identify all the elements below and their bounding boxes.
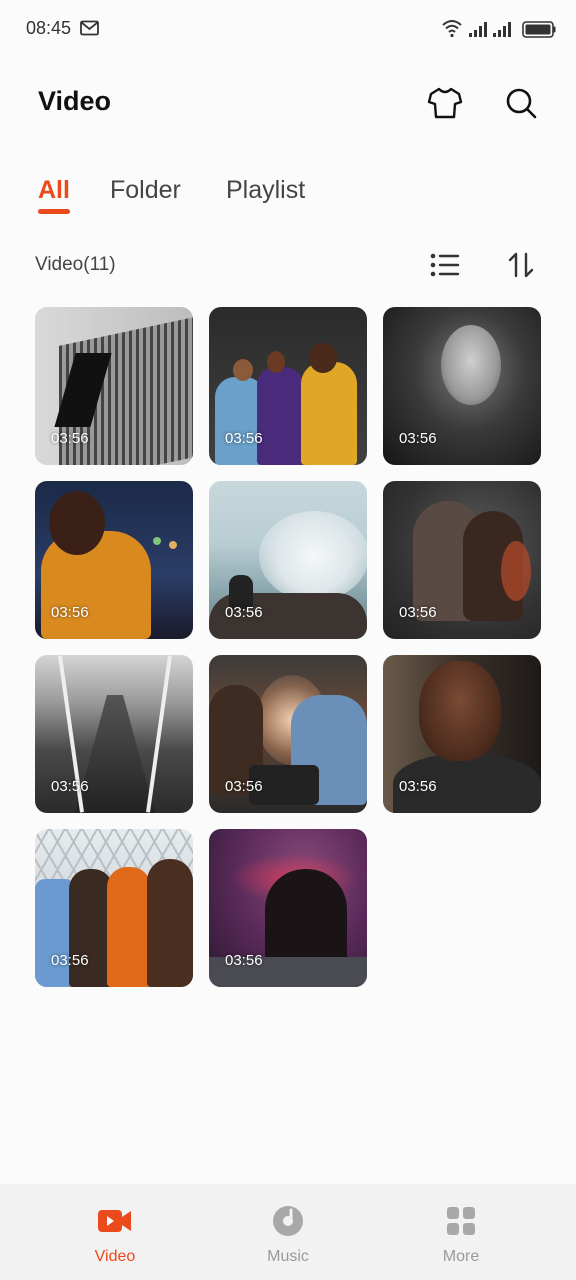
mail-icon (80, 20, 99, 36)
video-thumbnail[interactable]: 03:56 (35, 829, 193, 987)
search-icon (506, 88, 537, 119)
video-thumbnail[interactable]: 03:56 (209, 655, 367, 813)
video-duration: 03:56 (51, 952, 89, 969)
video-duration: 03:56 (225, 604, 263, 621)
video-thumbnail[interactable]: 03:56 (383, 307, 541, 465)
nav-item-video[interactable]: Video (19, 1184, 211, 1280)
nav-item-music[interactable]: Music (192, 1184, 384, 1280)
video-thumbnail[interactable]: 03:56 (209, 481, 367, 639)
tab-playlist[interactable]: Playlist (226, 176, 305, 205)
wifi-icon (442, 20, 462, 38)
video-thumbnail[interactable]: 03:56 (35, 655, 193, 813)
grid-icon (444, 1204, 478, 1238)
active-tab-indicator (38, 209, 70, 214)
video-thumbnail[interactable]: 03:56 (383, 655, 541, 813)
nav-label: Music (267, 1248, 309, 1265)
video-thumbnail[interactable]: 03:56 (383, 481, 541, 639)
list-view-icon (430, 253, 460, 277)
theme-button[interactable] (426, 84, 464, 122)
tshirt-icon (427, 87, 463, 119)
battery-icon (522, 21, 556, 38)
video-thumbnail[interactable]: 03:56 (209, 829, 367, 987)
list-view-button[interactable] (428, 248, 462, 282)
video-grid: 03:56 03:56 03:56 03:56 03:56 03:56 03:5… (35, 307, 541, 987)
video-duration: 03:56 (399, 604, 437, 621)
sort-icon (508, 252, 534, 278)
tab-folder[interactable]: Folder (110, 176, 181, 205)
video-camera-icon (98, 1204, 132, 1238)
video-screen: 08:45 Video All Folder Playlist Video(11… (0, 0, 576, 1280)
video-duration: 03:56 (51, 430, 89, 447)
signal-icon (493, 22, 511, 37)
sort-button[interactable] (504, 248, 538, 282)
video-duration: 03:56 (225, 430, 263, 447)
bottom-nav: Video Music More (0, 1184, 576, 1280)
video-duration: 03:56 (399, 430, 437, 447)
nav-item-more[interactable]: More (365, 1184, 557, 1280)
status-bar: 08:45 (0, 0, 576, 58)
tab-all[interactable]: All (38, 176, 70, 205)
video-thumbnail[interactable]: 03:56 (209, 307, 367, 465)
search-button[interactable] (502, 84, 540, 122)
nav-label: Video (94, 1248, 136, 1265)
nav-label: More (442, 1248, 480, 1265)
video-duration: 03:56 (225, 952, 263, 969)
video-thumbnail[interactable]: 03:56 (35, 307, 193, 465)
signal-icon (469, 22, 487, 37)
video-thumbnail[interactable]: 03:56 (35, 481, 193, 639)
video-duration: 03:56 (51, 778, 89, 795)
video-duration: 03:56 (225, 778, 263, 795)
video-count-label: Video(11) (35, 254, 116, 275)
page-title: Video (38, 86, 112, 116)
music-disc-icon (271, 1204, 305, 1238)
video-duration: 03:56 (51, 604, 89, 621)
video-duration: 03:56 (399, 778, 437, 795)
status-time: 08:45 (26, 18, 72, 38)
